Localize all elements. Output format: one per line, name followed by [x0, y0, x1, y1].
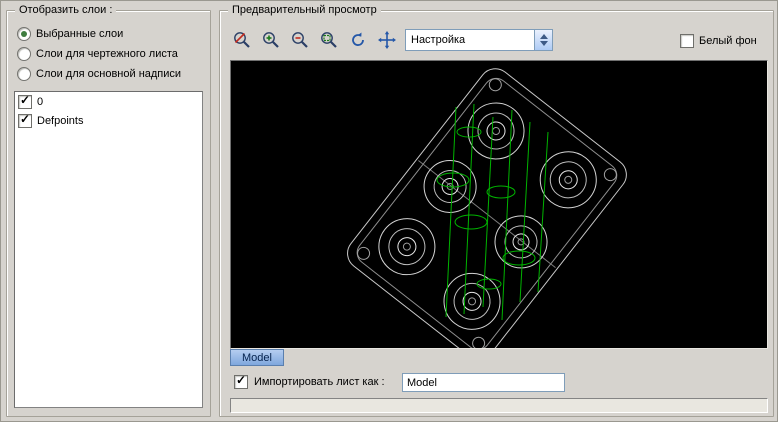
radio-selected-layers[interactable]: Выбранные слои — [17, 27, 123, 41]
radio-selected-layers-label: Выбранные слои — [36, 28, 123, 40]
radio-titleblock-layers-label: Слои для основной надписи — [36, 68, 181, 80]
spinner-down-icon[interactable] — [540, 41, 548, 46]
white-bg-label: Белый фон — [699, 35, 757, 47]
preview-group: Предварительный просмотр — [219, 10, 774, 417]
hole-cluster-5 — [368, 207, 447, 286]
radio-selected-layers-circle[interactable] — [17, 27, 31, 41]
layer-list[interactable]: 0 Defpoints — [14, 91, 203, 408]
layer-0-label: 0 — [37, 96, 43, 108]
combo-spinner[interactable] — [534, 30, 552, 50]
white-bg-checkbox[interactable] — [680, 34, 694, 48]
view-config-value: Настройка — [406, 34, 534, 46]
progress-bar — [230, 398, 768, 413]
import-sheet-name-input[interactable] — [402, 373, 565, 392]
refresh-icon[interactable] — [344, 27, 371, 53]
radio-titleblock-layers-circle[interactable] — [17, 67, 31, 81]
layer-defpoints-checkbox[interactable] — [18, 114, 32, 128]
layer-defpoints-label: Defpoints — [37, 115, 83, 127]
preview-canvas[interactable] — [230, 60, 768, 349]
spinner-up-icon[interactable] — [540, 34, 548, 39]
pan-icon[interactable] — [373, 27, 400, 53]
zoom-window-icon[interactable] — [315, 27, 342, 53]
preview-title: Предварительный просмотр — [228, 4, 381, 16]
view-config-combo[interactable]: Настройка — [405, 29, 553, 51]
display-layers-group: Отобразить слои : Выбранные слои Слои дл… — [6, 10, 211, 417]
zoom-out-icon[interactable] — [286, 27, 313, 53]
radio-titleblock-layers[interactable]: Слои для основной надписи — [17, 67, 181, 81]
layer-row-defpoints[interactable]: Defpoints — [15, 111, 202, 130]
display-layers-title: Отобразить слои : — [15, 4, 116, 16]
tab-model[interactable]: Model — [230, 349, 284, 366]
radio-sheet-layers-label: Слои для чертежного листа — [36, 48, 178, 60]
zoom-all-icon[interactable] — [228, 27, 255, 53]
radio-sheet-layers[interactable]: Слои для чертежного листа — [17, 47, 178, 61]
import-sheet-label: Импортировать лист как : — [254, 376, 385, 388]
import-sheet-checkbox[interactable] — [234, 375, 248, 389]
hole-cluster-1 — [457, 92, 536, 171]
zoom-in-icon[interactable] — [257, 27, 284, 53]
white-bg-row[interactable]: Белый фон — [680, 34, 757, 48]
layer-0-checkbox[interactable] — [18, 95, 32, 109]
import-row: Импортировать лист как : — [234, 375, 385, 389]
hole-cluster-4 — [485, 205, 558, 278]
preview-toolbar — [228, 27, 400, 53]
import-dwg-dialog: Отобразить слои : Выбранные слои Слои дл… — [0, 0, 778, 422]
layer-row-0[interactable]: 0 — [15, 92, 202, 111]
radio-sheet-layers-circle[interactable] — [17, 47, 31, 61]
hole-cluster-2 — [529, 141, 608, 220]
preview-model — [231, 61, 767, 348]
